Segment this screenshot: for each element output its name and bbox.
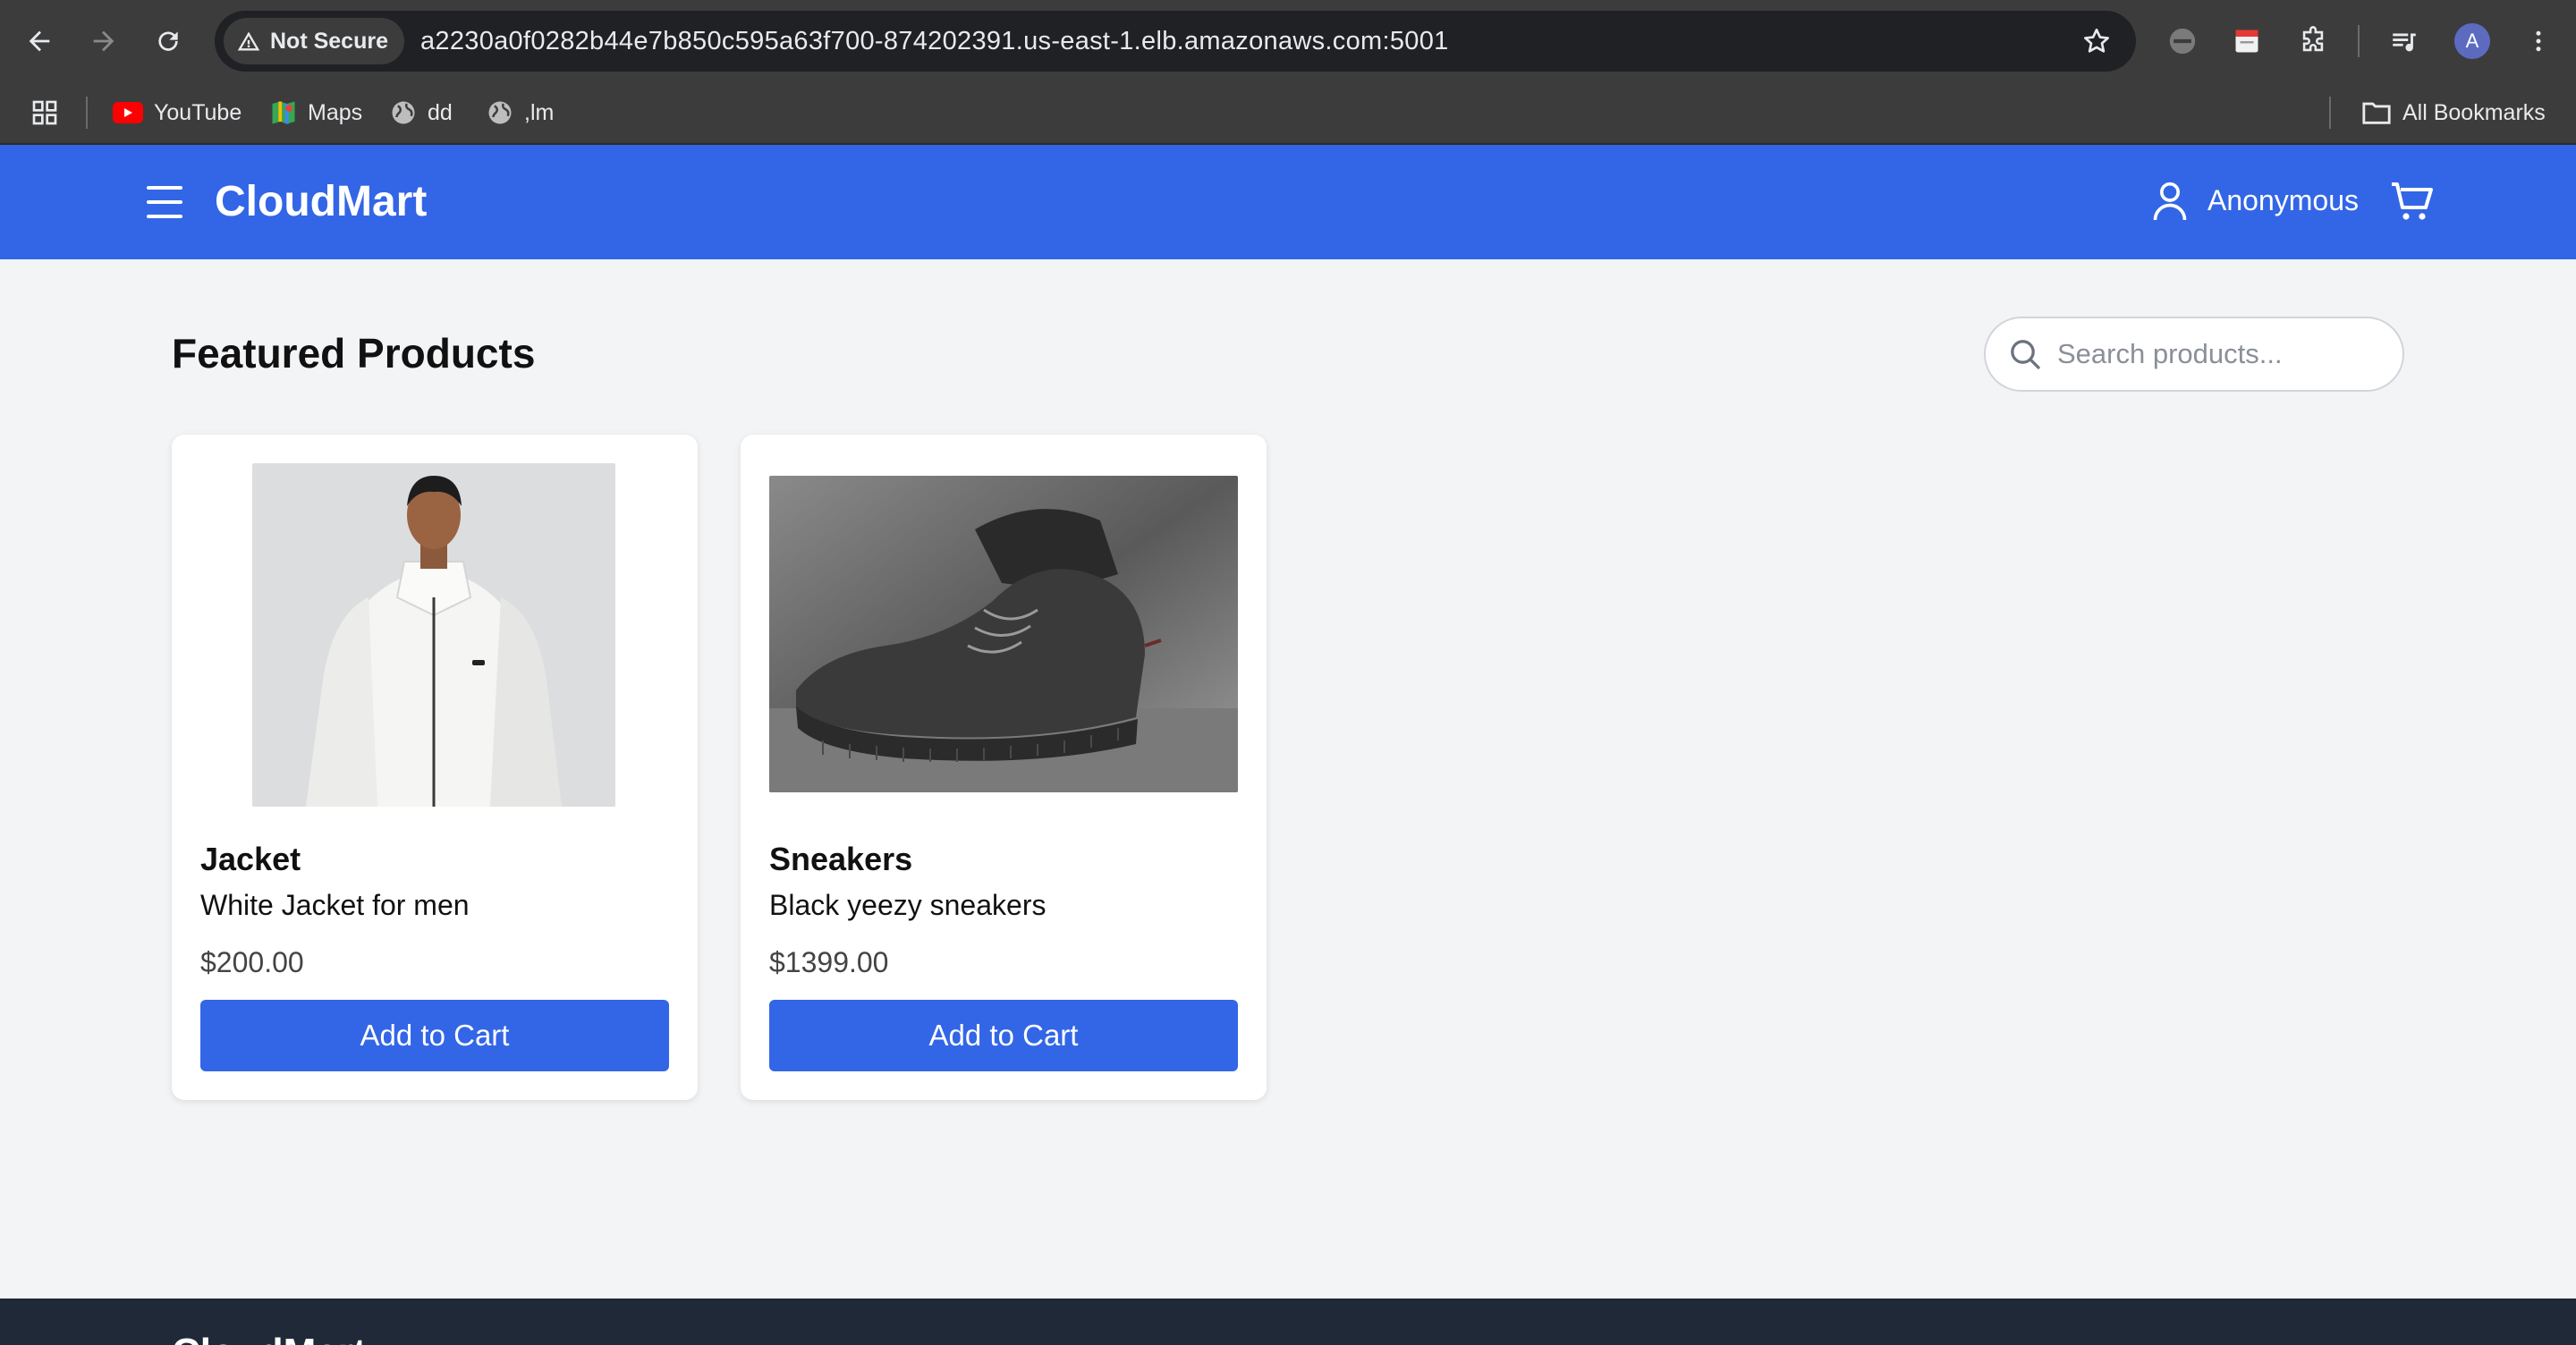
product-name: Jacket — [200, 841, 301, 877]
arrow-left-icon — [29, 30, 50, 52]
url-text: a2230a0f0282b44e7b850c595a63f700-8742023… — [419, 26, 1449, 55]
all-bookmarks-button[interactable]: All Bookmarks — [2361, 95, 2546, 131]
back-button[interactable] — [18, 20, 61, 63]
hamburger-icon — [147, 200, 182, 204]
cart-icon — [2392, 182, 2433, 220]
calendar-extension-icon — [2235, 30, 2258, 53]
bookmark-dd[interactable]: dd — [390, 95, 453, 131]
bookmarks-divider — [2329, 97, 2331, 129]
bookmark-label: dd — [428, 99, 453, 125]
all-bookmarks-label: All Bookmarks — [2402, 99, 2546, 125]
user-menu[interactable]: Anonymous — [2150, 179, 2359, 222]
media-control-button[interactable] — [2385, 21, 2424, 61]
toolbar-divider — [2358, 25, 2360, 57]
warning-icon — [237, 31, 260, 51]
page-footer: CloudMart — [0, 1298, 2576, 1345]
arrow-right-icon — [93, 30, 114, 52]
puzzle-icon — [2302, 26, 2324, 52]
brand-logo[interactable]: CloudMart — [215, 177, 427, 226]
blocked-icon — [2169, 28, 2196, 55]
bookmark-star-button[interactable] — [2079, 23, 2114, 59]
bookmark-label: Maps — [308, 99, 363, 125]
apps-grid-icon — [32, 100, 57, 125]
globe-icon — [392, 101, 415, 124]
bookmarks-divider — [86, 97, 88, 129]
hamburger-icon — [147, 215, 182, 218]
user-name: Anonymous — [2207, 183, 2359, 216]
security-label: Not Secure — [270, 28, 388, 54]
folder-icon — [2362, 102, 2391, 124]
add-to-cart-button[interactable]: Add to Cart — [200, 1000, 669, 1071]
maps-icon — [272, 101, 295, 124]
star-icon — [2084, 29, 2109, 53]
app-header: CloudMart Anonymous — [0, 145, 2576, 259]
product-description: Black yeezy sneakers — [769, 889, 1046, 921]
search-icon — [2011, 340, 2040, 369]
product-image-jacket[interactable] — [252, 463, 615, 807]
product-image-sneakers[interactable] — [769, 476, 1238, 792]
globe-icon — [488, 101, 512, 124]
forward-button[interactable] — [82, 20, 125, 63]
hamburger-icon — [147, 186, 182, 190]
product-name: Sneakers — [769, 841, 913, 877]
reload-icon — [158, 31, 178, 51]
browser-toolbar: Not Secure a2230a0f0282b44e7b850c595a63f… — [0, 0, 2576, 82]
product-description: White Jacket for men — [200, 889, 470, 921]
user-icon — [2153, 182, 2187, 221]
bookmarks-bar: YouTube Maps dd ,lm All Bookmarks — [0, 82, 2576, 145]
address-bar[interactable]: Not Secure a2230a0f0282b44e7b850c595a63f… — [215, 11, 2136, 72]
security-chip[interactable]: Not Secure — [224, 18, 404, 64]
page-title: Featured Products — [172, 330, 536, 376]
product-card: Sneakers Black yeezy sneakers $1399.00 A… — [741, 435, 1267, 1100]
footer-brand: CloudMart — [172, 1331, 367, 1345]
product-price: $200.00 — [200, 946, 304, 978]
extensions-menu-button[interactable] — [2293, 21, 2333, 61]
browser-menu-button[interactable] — [2519, 21, 2558, 61]
apps-button[interactable] — [30, 95, 59, 131]
cart-button[interactable] — [2390, 181, 2433, 224]
profile-avatar[interactable]: A — [2454, 23, 2490, 59]
product-price: $1399.00 — [769, 946, 889, 978]
more-vertical-icon — [2536, 30, 2541, 52]
extension-button[interactable] — [2163, 21, 2202, 61]
youtube-icon — [113, 102, 143, 123]
reload-button[interactable] — [147, 20, 190, 63]
bookmark-label: YouTube — [154, 99, 242, 125]
bookmark-lm[interactable]: ,lm — [487, 95, 554, 131]
search-box[interactable] — [1984, 317, 2404, 392]
product-card: Jacket White Jacket for men $200.00 Add … — [172, 435, 698, 1100]
playlist-icon — [2393, 33, 2416, 52]
bookmark-label: ,lm — [524, 99, 555, 125]
extension-button[interactable] — [2227, 21, 2267, 61]
menu-button[interactable] — [147, 186, 182, 218]
bookmark-youtube[interactable]: YouTube — [113, 95, 242, 131]
search-input[interactable] — [2057, 338, 2379, 370]
add-to-cart-button[interactable]: Add to Cart — [769, 1000, 1238, 1071]
bookmark-maps[interactable]: Maps — [270, 95, 362, 131]
